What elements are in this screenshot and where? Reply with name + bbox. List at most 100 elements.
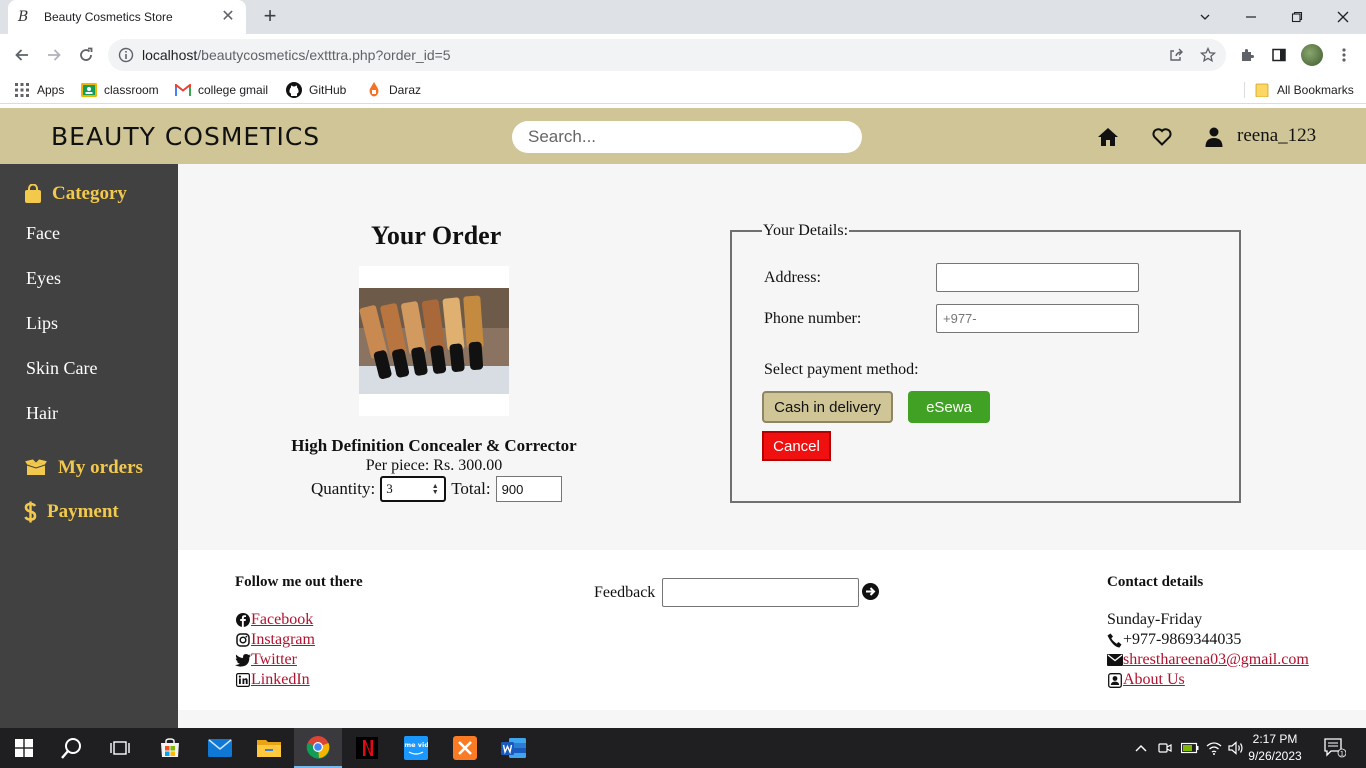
username-label[interactable]: reena_123 [1237,125,1316,147]
search-input[interactable] [512,121,862,153]
back-button[interactable] [9,42,35,68]
share-icon[interactable] [1166,45,1186,65]
show-hidden-icons-chevron-icon[interactable] [1132,728,1150,768]
email-link[interactable]: shresthareena03@gmail.com [1107,651,1309,669]
order-title: Your Order [371,221,502,250]
bookmark-star-icon[interactable] [1198,45,1218,65]
wishlist-heart-icon[interactable] [1150,125,1174,149]
new-tab-button[interactable]: + [258,5,282,29]
envelope-icon [1107,652,1123,668]
netflix-icon[interactable] [343,728,391,768]
minimize-button[interactable] [1228,0,1274,34]
total-field[interactable]: 900 [495,476,562,502]
bookmarks-divider [1244,82,1245,98]
chrome-icon[interactable] [294,728,342,768]
restore-button[interactable] [1274,0,1320,34]
facebook-link[interactable]: Facebook [235,611,313,629]
system-clock[interactable]: 2:17 PM 9/26/2023 [1245,731,1305,765]
sidebar-item-lips[interactable]: Lips [26,313,58,334]
url-host: localhost [142,47,198,63]
wifi-icon[interactable] [1205,728,1223,768]
feedback-input[interactable] [662,578,859,607]
brand-logo-text[interactable]: BEAUTY COSMETICS [51,122,320,151]
sidebar-my-orders[interactable]: My orders [24,457,143,479]
forward-button[interactable] [41,42,67,68]
my-orders-label: My orders [58,457,143,478]
bookmark-classroom[interactable]: classroom [81,82,159,98]
cancel-button[interactable]: Cancel [762,431,831,461]
file-explorer-icon[interactable] [245,728,293,768]
address-field[interactable] [936,263,1139,292]
github-icon [286,82,302,98]
linkedin-icon [235,672,251,688]
box-open-icon [24,459,48,477]
sidebar-item-hair[interactable]: Hair [26,403,58,424]
bookmark-daraz[interactable]: Daraz [366,82,421,98]
notification-center-icon[interactable]: 1 [1320,728,1350,768]
notification-count: 1 [1340,750,1344,758]
bookmark-college-gmail[interactable]: college gmail [175,82,268,98]
bookmark-label: Apps [37,83,65,97]
site-info-icon[interactable] [118,47,134,63]
xampp-icon[interactable] [441,728,489,768]
user-icon[interactable] [1202,125,1226,149]
site-favicon-icon: B [18,9,29,25]
tab-close-icon[interactable]: ✕ [220,9,236,25]
reload-button[interactable] [73,42,99,68]
sidebar-payment[interactable]: Payment [24,501,119,523]
sidebar-item-skin-care[interactable]: Skin Care [26,358,98,379]
tab-search-chevron-icon[interactable] [1182,0,1228,34]
instagram-link[interactable]: Instagram [235,631,315,649]
prime-video-icon[interactable]: prime video [392,728,440,768]
phone-icon [1107,633,1123,648]
word-icon[interactable] [490,728,538,768]
payment-label: Payment [47,501,119,522]
task-view-icon[interactable] [96,728,144,768]
quantity-label: Quantity: [311,479,376,498]
all-bookmarks[interactable]: All Bookmarks [1254,82,1354,98]
close-window-button[interactable] [1320,0,1366,34]
meet-now-icon[interactable] [1156,728,1174,768]
product-price: Per piece: Rs. 300.00 [365,457,503,474]
bookmark-label: Daraz [389,83,422,97]
dollar-sign-icon [24,501,37,523]
bookmark-label: classroom [104,83,159,97]
sidebar-category-heading[interactable]: Category [24,183,127,205]
url-path: /beautycosmetics/extttra.php?order_id=5 [197,47,451,63]
phone-field[interactable]: +977- [936,304,1139,333]
follow-heading: Follow me out there [235,574,363,590]
address-bar[interactable]: localhost/beautycosmetics/extttra.php?or… [108,39,1226,71]
side-panel-icon[interactable] [1268,44,1290,66]
windows-start-icon[interactable] [0,728,48,768]
submit-arrow-icon[interactable] [862,583,879,600]
about-us-link[interactable]: About Us [1107,671,1185,689]
quantity-stepper[interactable]: 3 ▲ ▼ [380,476,447,502]
bookmark-github[interactable]: GitHub [286,82,346,98]
microsoft-store-icon[interactable] [146,728,194,768]
extensions-puzzle-icon[interactable] [1236,44,1258,66]
tab-title: Beauty Cosmetics Store [44,10,173,24]
cash-on-delivery-button[interactable]: Cash in delivery [762,391,893,423]
mail-icon[interactable] [196,728,244,768]
sidebar-item-eyes[interactable]: Eyes [26,268,61,289]
home-icon[interactable] [1096,125,1120,149]
volume-icon[interactable] [1227,728,1245,768]
bookmark-apps[interactable]: Apps [14,82,64,98]
facebook-link-text: Facebook [251,611,314,628]
search-icon[interactable] [48,728,96,768]
profile-avatar[interactable] [1301,44,1323,66]
quantity-value: 3 [386,481,393,496]
footer-bottom-strip [178,710,1366,728]
twitter-link[interactable]: Twitter [235,651,297,669]
spinner-arrows-icon[interactable]: ▲ ▼ [430,483,440,496]
twitter-link-text: Twitter [251,651,297,668]
chrome-menu-icon[interactable] [1333,44,1355,66]
esewa-button[interactable]: eSewa [908,391,990,423]
email-link-text: shresthareena03@gmail.com [1123,651,1309,668]
browser-tab-active[interactable]: B Beauty Cosmetics Store ✕ [8,0,246,34]
browser-toolbar: localhost/beautycosmetics/extttra.php?or… [0,34,1366,76]
browser-tab-strip: B Beauty Cosmetics Store ✕ + [0,0,1366,34]
linkedin-link[interactable]: LinkedIn [235,671,310,689]
battery-icon[interactable] [1180,728,1200,768]
sidebar-item-face[interactable]: Face [26,223,60,244]
